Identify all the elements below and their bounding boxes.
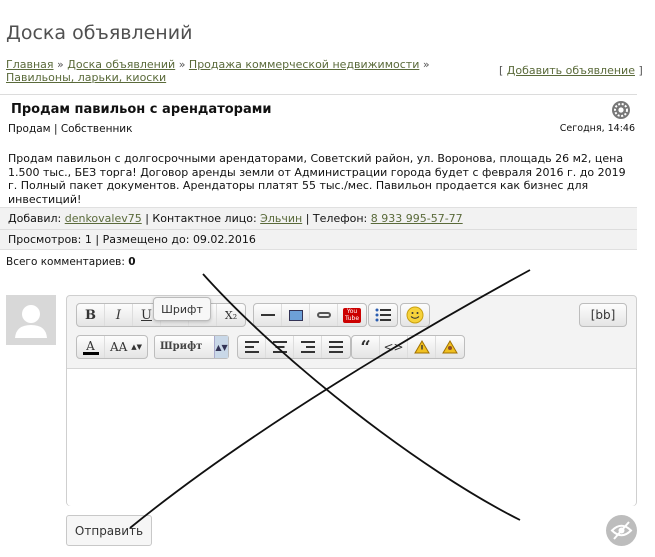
breadcrumb-commercial[interactable]: Продажа коммерческой недвижимости bbox=[189, 58, 419, 71]
font-size-button[interactable]: AA ▲▼ bbox=[105, 336, 147, 358]
justify-icon bbox=[329, 341, 343, 353]
contact-link[interactable]: Эльчин bbox=[260, 212, 302, 225]
breadcrumb-separator: » bbox=[57, 58, 64, 71]
send-button[interactable]: Отправить bbox=[66, 515, 152, 546]
bracket-close: ] bbox=[638, 64, 643, 77]
insert-group: You Tube bbox=[253, 303, 367, 327]
gear-icon[interactable] bbox=[611, 100, 631, 120]
ad-title: Продам павильон с арендаторами bbox=[11, 102, 272, 117]
image-button[interactable] bbox=[282, 304, 310, 326]
bracket-open: [ bbox=[499, 64, 504, 77]
comments-label: Всего комментариев: bbox=[6, 256, 125, 268]
ad-date: Сегодня, 14:46 bbox=[559, 123, 635, 134]
list-icon bbox=[375, 308, 391, 322]
smile-button[interactable] bbox=[401, 304, 429, 326]
breadcrumb-board[interactable]: Доска объявлений bbox=[67, 58, 175, 71]
text-color-button[interactable]: A bbox=[77, 336, 105, 358]
phone-link[interactable]: 8 933 995-57-77 bbox=[371, 212, 463, 225]
info-row-contacts: Добавил: denkovalev75 | Контактное лицо:… bbox=[8, 212, 463, 225]
justify-button[interactable] bbox=[322, 336, 350, 358]
bb-group: [bb] bbox=[579, 303, 627, 327]
font-tooltip: Шрифт bbox=[153, 297, 211, 321]
dropdown-arrow-icon: ▲▼ bbox=[214, 336, 228, 358]
contact-label: | Контактное лицо: bbox=[145, 212, 257, 225]
comment-textarea[interactable] bbox=[67, 368, 636, 506]
spoiler-button[interactable] bbox=[408, 336, 436, 358]
breadcrumb-separator: » bbox=[422, 58, 430, 71]
bb-button[interactable]: [bb] bbox=[580, 304, 626, 326]
page-title: Доска объявлений bbox=[6, 22, 193, 44]
hidden-user-icon bbox=[442, 340, 458, 354]
added-label: Добавил: bbox=[8, 212, 62, 225]
align-left-button[interactable] bbox=[238, 336, 266, 358]
color-group: A AA ▲▼ bbox=[76, 335, 148, 359]
breadcrumb: Главная » Доска объявлений » Продажа ком… bbox=[6, 58, 496, 84]
avatar bbox=[6, 295, 56, 345]
align-center-button[interactable] bbox=[266, 336, 294, 358]
quote-button[interactable]: “ bbox=[352, 336, 380, 358]
ad-header: Продам павильон с арендаторами Продам | … bbox=[0, 94, 637, 140]
link-button[interactable] bbox=[310, 304, 338, 326]
comment-editor: B I U S X² X₂ YouTube [bb] A AA▲▼ bbox=[66, 295, 637, 506]
add-ad-link[interactable]: Добавить объявление bbox=[507, 64, 635, 77]
align-right-icon bbox=[300, 341, 315, 353]
font-select-value: Шрифт bbox=[160, 341, 203, 352]
info-row-views: Просмотров: 1 | Размещено до: 09.02.2016 bbox=[8, 233, 256, 246]
smile-icon bbox=[406, 306, 424, 324]
eye-icon[interactable] bbox=[606, 515, 637, 546]
italic-button[interactable]: I bbox=[105, 304, 133, 326]
youtube-button[interactable]: You Tube bbox=[338, 304, 366, 326]
warning-icon bbox=[413, 340, 430, 354]
smile-group bbox=[400, 303, 430, 327]
ad-info: Добавил: denkovalev75 | Контактное лицо:… bbox=[0, 207, 637, 250]
breadcrumb-pavilions[interactable]: Павильоны, ларьки, киоски bbox=[6, 71, 166, 84]
list-button[interactable] bbox=[369, 304, 397, 326]
bold-button[interactable]: B bbox=[77, 304, 105, 326]
author-link[interactable]: denkovalev75 bbox=[65, 212, 142, 225]
hidden-button[interactable] bbox=[436, 336, 464, 358]
font-select[interactable]: Шрифт ▲▼ bbox=[154, 335, 229, 359]
add-ad-wrap: [ Добавить объявление ] bbox=[499, 64, 643, 77]
subscript-button[interactable]: X₂ bbox=[217, 304, 245, 326]
ad-text: Продам павильон с долгосрочными арендато… bbox=[8, 152, 626, 206]
breadcrumb-home[interactable]: Главная bbox=[6, 58, 54, 71]
align-left-icon bbox=[244, 341, 259, 353]
hide-eye-icon bbox=[610, 521, 633, 540]
comments-count: Всего комментариев: 0 bbox=[6, 256, 136, 268]
breadcrumb-separator: » bbox=[178, 58, 186, 71]
code-button[interactable]: <> bbox=[380, 336, 408, 358]
divider bbox=[0, 229, 637, 230]
phone-label: | Телефон: bbox=[305, 212, 368, 225]
hr-button[interactable] bbox=[254, 304, 282, 326]
list-group bbox=[368, 303, 398, 327]
ad-meta: Продам | Собственник bbox=[8, 123, 133, 135]
align-right-button[interactable] bbox=[294, 336, 322, 358]
user-icon bbox=[15, 305, 47, 338]
quote-group: “ <> bbox=[351, 335, 465, 359]
align-group bbox=[237, 335, 351, 359]
comments-number: 0 bbox=[128, 256, 136, 268]
align-center-icon bbox=[272, 341, 287, 353]
